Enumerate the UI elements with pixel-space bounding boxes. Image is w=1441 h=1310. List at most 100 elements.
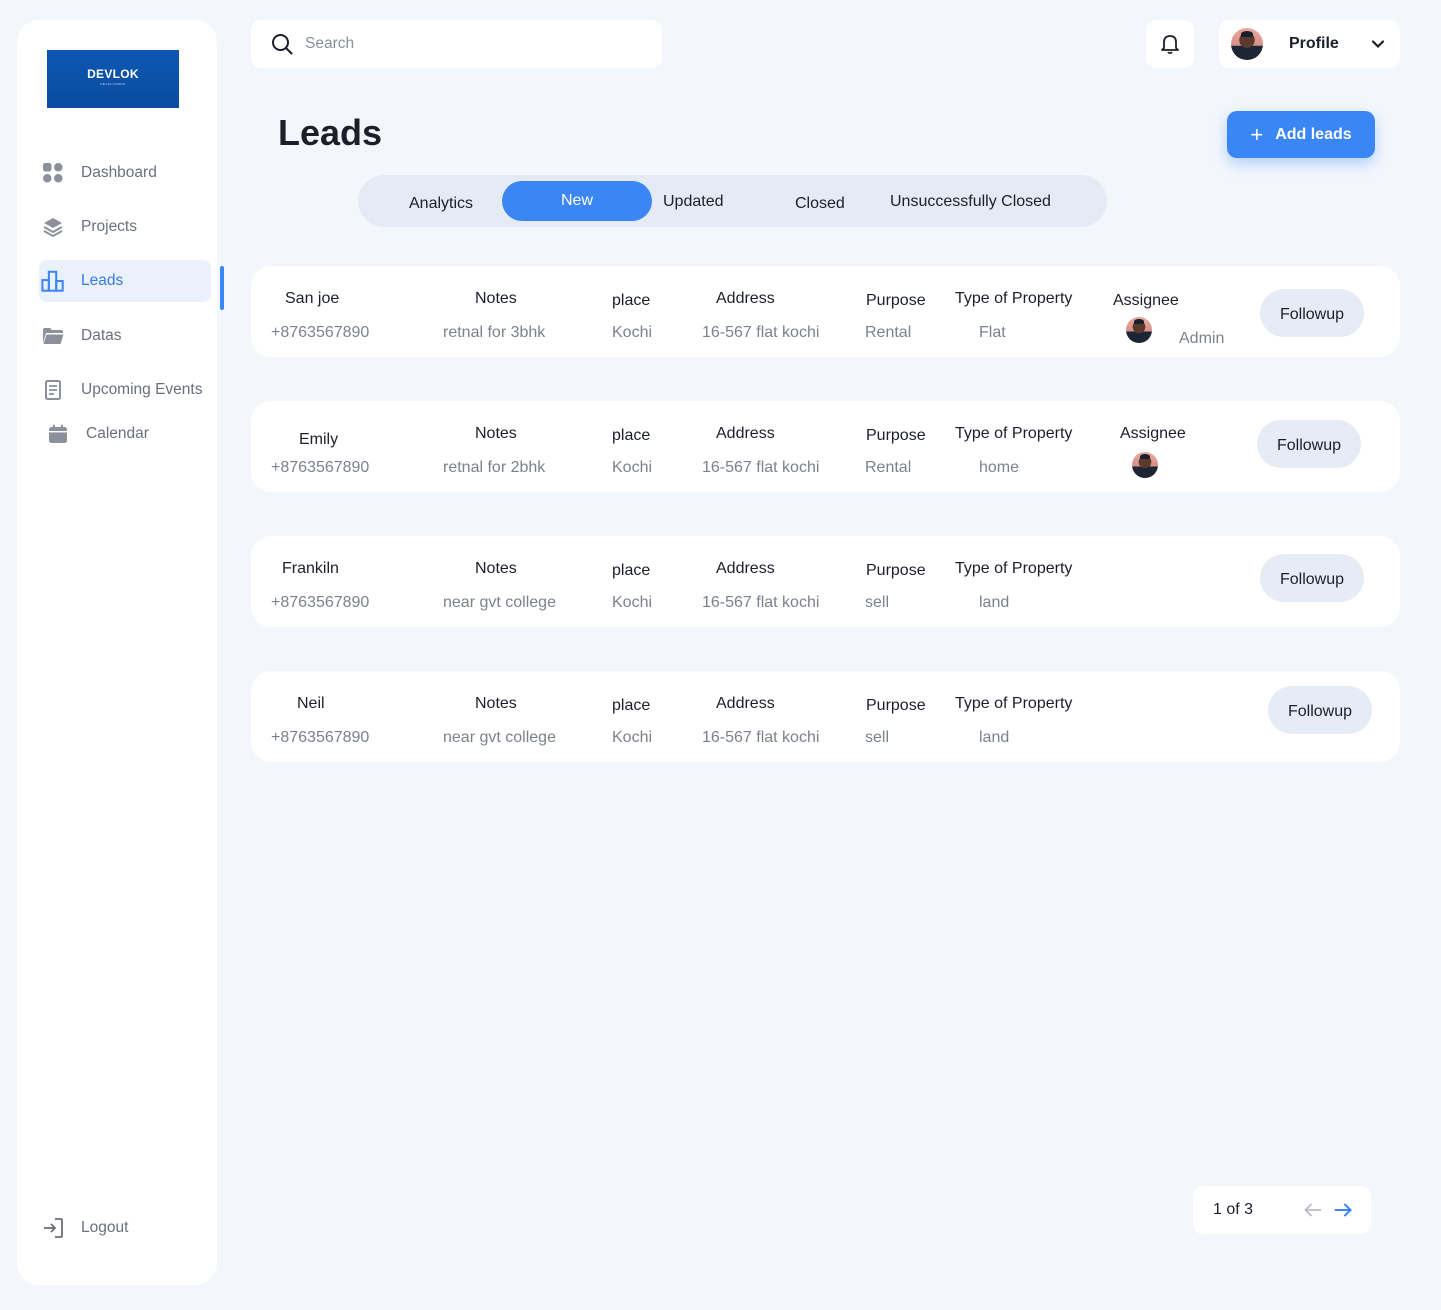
sidebar-item-dashboard[interactable]: Dashboard <box>39 152 211 194</box>
lead-type: land <box>979 594 1010 611</box>
tab-closed[interactable]: Closed <box>795 195 845 213</box>
lead-notes: near gvt college <box>443 729 556 746</box>
notifications-button[interactable] <box>1146 20 1194 68</box>
sidebar-item-upcoming-events[interactable]: Upcoming Events <box>39 369 211 411</box>
address-label: Address <box>716 560 775 577</box>
arrow-right-icon[interactable] <box>1333 1200 1353 1220</box>
tab-updated[interactable]: Updated <box>663 193 724 211</box>
lead-name: Frankiln <box>282 560 339 577</box>
avatar <box>1231 28 1263 60</box>
type-label: Type of Property <box>955 560 1073 577</box>
lead-address: 16-567 flat kochi <box>702 324 820 341</box>
tab-new[interactable]: New <box>502 181 652 221</box>
lead-purpose: sell <box>865 729 890 746</box>
tab-unsuccessfully-closed[interactable]: Unsuccessfully Closed <box>890 193 1051 211</box>
lead-name: Emily <box>299 431 339 448</box>
place-label: place <box>612 292 651 309</box>
sidebar-item-label: Projects <box>81 218 137 235</box>
brand-logo[interactable]: DEVLOK DEVELOPERS <box>47 50 179 108</box>
lead-address: 16-567 flat kochi <box>702 594 820 611</box>
page-indicator: 1 of 3 <box>1213 1201 1254 1218</box>
followup-button[interactable]: Followup <box>1260 554 1364 602</box>
logout-button[interactable]: Logout <box>39 1207 211 1249</box>
purpose-label: Purpose <box>866 562 926 579</box>
followup-button[interactable]: Followup <box>1257 420 1361 468</box>
lead-card[interactable]: San joe +8763567890 Notes retnal for 3bh… <box>251 266 1400 357</box>
notes-label: Notes <box>475 290 517 307</box>
followup-button[interactable]: Followup <box>1268 686 1372 734</box>
sidebar-item-label: Datas <box>81 327 122 344</box>
type-label: Type of Property <box>955 290 1073 307</box>
lead-name: San joe <box>285 290 340 307</box>
profile-name: Profile <box>1289 35 1339 52</box>
lead-type: home <box>979 459 1020 476</box>
sidebar-item-label: Calendar <box>86 425 149 442</box>
lead-card[interactable]: Neil +8763567890 Notes near gvt college … <box>251 671 1400 762</box>
lead-address: 16-567 flat kochi <box>702 459 820 476</box>
purpose-label: Purpose <box>866 292 926 309</box>
status-tabs: Analytics New Updated Closed Unsuccessfu… <box>358 175 1107 227</box>
lead-phone: +8763567890 <box>271 729 370 746</box>
pagination: 1 of 3 <box>1193 1186 1371 1234</box>
lead-purpose: Rental <box>865 324 912 341</box>
purpose-label: Purpose <box>866 427 926 444</box>
type-label: Type of Property <box>955 425 1073 442</box>
address-label: Address <box>716 290 775 307</box>
sidebar-item-calendar[interactable]: Calendar <box>44 413 216 455</box>
lead-card[interactable]: Frankiln +8763567890 Notes near gvt coll… <box>251 536 1400 627</box>
sidebar-item-datas[interactable]: Datas <box>39 315 211 357</box>
brand-name: DEVLOK <box>87 66 139 81</box>
active-nav-indicator <box>220 266 224 310</box>
folder-icon <box>41 324 65 348</box>
lead-type: Flat <box>979 324 1006 341</box>
bell-icon <box>1159 33 1181 55</box>
lead-notes: retnal for 3bhk <box>443 324 546 341</box>
assignee-name: Admin <box>1179 330 1225 347</box>
type-label: Type of Property <box>955 695 1073 712</box>
lead-name: Neil <box>297 695 325 712</box>
search-input[interactable] <box>305 35 625 53</box>
logout-icon <box>41 1216 65 1240</box>
lead-purpose: Rental <box>865 459 912 476</box>
lead-notes: retnal for 2bhk <box>443 459 546 476</box>
sidebar-item-label: Dashboard <box>81 164 157 181</box>
add-leads-button[interactable]: + Add leads <box>1227 111 1375 158</box>
profile-menu[interactable]: Profile <box>1219 20 1400 68</box>
tab-analytics[interactable]: Analytics <box>409 195 473 213</box>
arrow-left-icon[interactable] <box>1303 1200 1323 1220</box>
notes-label: Notes <box>475 695 517 712</box>
search-icon[interactable] <box>271 33 293 55</box>
document-icon <box>41 378 65 402</box>
search-bar <box>251 20 662 68</box>
assignee-label: Assignee <box>1113 292 1179 309</box>
lead-phone: +8763567890 <box>271 459 370 476</box>
plus-icon: + <box>1250 121 1264 147</box>
assignee-avatar <box>1126 317 1152 343</box>
page-title: Leads <box>278 112 383 153</box>
place-label: place <box>612 427 651 444</box>
sidebar-item-leads[interactable]: Leads <box>39 260 211 302</box>
lead-notes: near gvt college <box>443 594 556 611</box>
add-leads-label: Add leads <box>1275 125 1352 143</box>
lead-purpose: sell <box>865 594 890 611</box>
place-label: place <box>612 562 651 579</box>
grid-icon <box>41 161 65 185</box>
lead-address: 16-567 flat kochi <box>702 729 820 746</box>
address-label: Address <box>716 695 775 712</box>
followup-button[interactable]: Followup <box>1260 289 1364 337</box>
lead-phone: +8763567890 <box>271 324 370 341</box>
brand-tagline: DEVELOPERS <box>100 81 126 86</box>
lead-type: land <box>979 729 1010 746</box>
lead-card[interactable]: Emily +8763567890 Notes retnal for 2bhk … <box>251 401 1400 492</box>
sidebar: DEVLOK DEVELOPERS Dashboard Projects Lea… <box>17 20 217 1285</box>
sidebar-item-projects[interactable]: Projects <box>39 206 211 248</box>
logout-label: Logout <box>81 1219 129 1236</box>
chevron-down-icon <box>1371 39 1385 49</box>
address-label: Address <box>716 425 775 442</box>
lead-place: Kochi <box>612 459 653 476</box>
bar-chart-icon <box>41 269 65 293</box>
assignee-label: Assignee <box>1120 425 1186 442</box>
notes-label: Notes <box>475 425 517 442</box>
purpose-label: Purpose <box>866 697 926 714</box>
notes-label: Notes <box>475 560 517 577</box>
